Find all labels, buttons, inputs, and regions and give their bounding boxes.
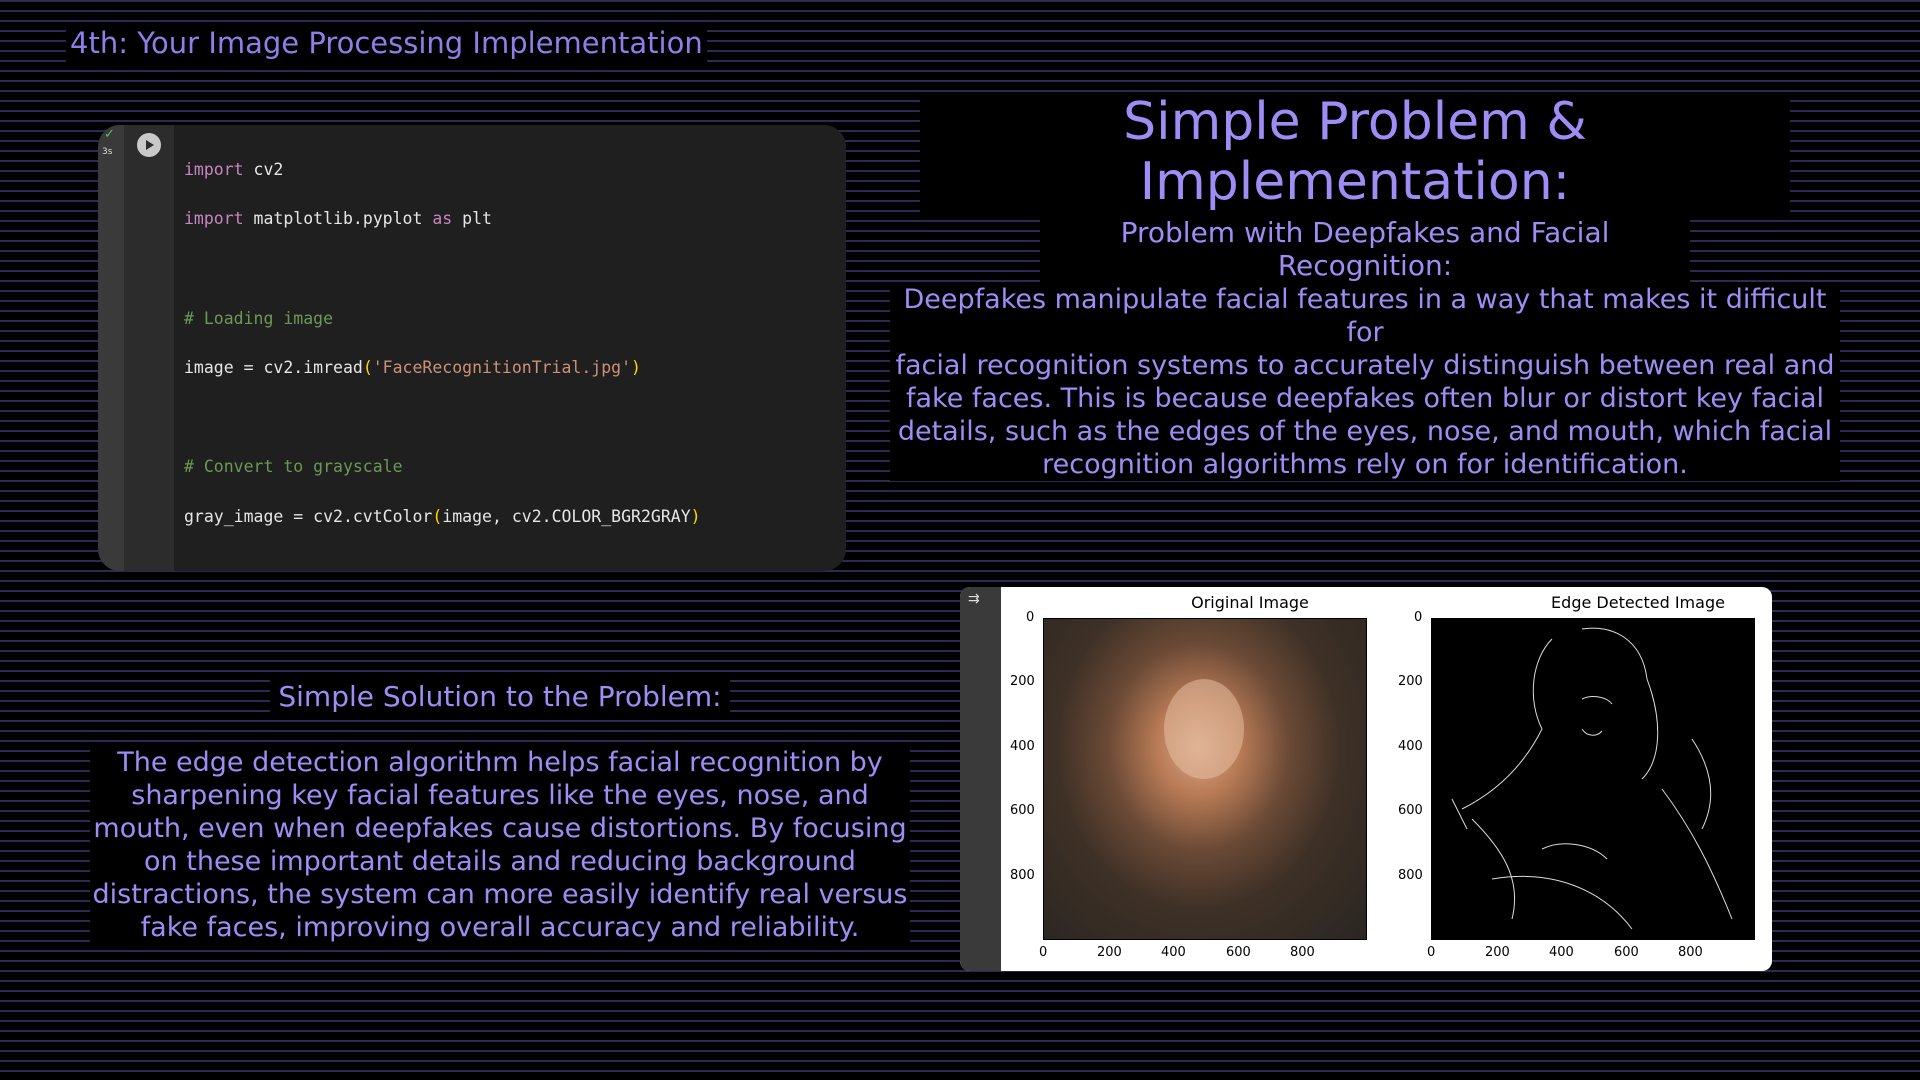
solution-heading: Simple Solution to the Problem: (270, 680, 730, 713)
original-image (1043, 618, 1367, 940)
y-tick: 400 (1398, 739, 1423, 754)
code-editor[interactable]: import cv2 import matplotlib.pyplot as p… (184, 133, 820, 571)
run-column (124, 125, 174, 571)
x-tick: 0 (1427, 945, 1436, 960)
x-tick: 800 (1678, 945, 1703, 960)
problem-line: recognition algorithms rely on for ident… (1042, 449, 1688, 480)
x-tick: 600 (1614, 945, 1639, 960)
execution-time: 3s (102, 147, 113, 157)
output-toggle-icon[interactable]: ⇉ (968, 591, 980, 607)
x-tick: 400 (1549, 945, 1574, 960)
output-gutter: ⇉ (960, 587, 1001, 971)
edge-detected-image (1431, 618, 1755, 940)
code-line: image = cv2.imread('FaceRecognitionTrial… (184, 358, 641, 378)
code-cell[interactable]: ✓ 3s import cv2 import matplotlib.pyplot… (98, 125, 846, 571)
x-tick: 200 (1097, 945, 1122, 960)
y-tick: 0 (1414, 610, 1423, 625)
check-icon: ✓ (104, 127, 115, 142)
slide-label: 4th: Your Image Processing Implementatio… (66, 24, 707, 62)
solution-paragraph: The edge detection algorithm helps facia… (90, 746, 910, 944)
code-line: import cv2 (184, 159, 284, 179)
x-tick: 400 (1161, 945, 1186, 960)
code-line: gray_image = cv2.cvtColor(image, cv2.COL… (184, 506, 701, 526)
y-tick: 200 (1010, 674, 1035, 689)
y-tick: 800 (1398, 868, 1423, 883)
page-title: Simple Problem & Implementation: (920, 92, 1790, 212)
solution-line: mouth, even when deepfakes cause distort… (93, 813, 907, 844)
cell-output: ⇉ Original Image 0 200 400 600 800 0 200… (960, 587, 1772, 971)
y-tick: 800 (1010, 868, 1035, 883)
y-tick: 600 (1398, 803, 1423, 818)
problem-line: details, such as the edges of the eyes, … (897, 416, 1833, 447)
solution-line: fake faces, improving overall accuracy a… (140, 912, 860, 943)
problem-heading: Problem with Deepfakes and Facial Recogn… (1040, 216, 1690, 282)
problem-line: fake faces. This is because deepfakes of… (905, 383, 1824, 414)
x-tick: 800 (1290, 945, 1315, 960)
y-tick: 400 (1010, 739, 1035, 754)
problem-paragraph: Deepfakes manipulate facial features in … (890, 283, 1840, 481)
plot-title-original: Original Image (1191, 593, 1309, 612)
problem-line: facial recognition systems to accurately… (895, 350, 1835, 381)
solution-line: The edge detection algorithm helps facia… (117, 747, 883, 778)
code-line: import matplotlib.pyplot as plt (184, 209, 492, 229)
y-tick: 0 (1026, 610, 1035, 625)
code-line: # Convert to grayscale (184, 457, 403, 477)
solution-line: on these important details and reducing … (144, 846, 856, 877)
edge-lines (1451, 627, 1733, 930)
plot-title-edges: Edge Detected Image (1551, 593, 1725, 612)
y-tick: 600 (1010, 803, 1035, 818)
x-tick: 200 (1485, 945, 1510, 960)
cell-gutter: ✓ 3s (98, 125, 124, 571)
face-region (1164, 679, 1244, 779)
y-tick: 200 (1398, 674, 1423, 689)
code-line: # Loading image (184, 308, 334, 328)
x-tick: 600 (1226, 945, 1251, 960)
solution-line: sharpening key facial features like the … (131, 780, 869, 811)
run-cell-button[interactable] (137, 133, 161, 157)
problem-line: Deepfakes manipulate facial features in … (903, 284, 1827, 348)
solution-line: distractions, the system can more easily… (92, 879, 908, 910)
play-icon (146, 140, 154, 150)
x-tick: 0 (1039, 945, 1048, 960)
